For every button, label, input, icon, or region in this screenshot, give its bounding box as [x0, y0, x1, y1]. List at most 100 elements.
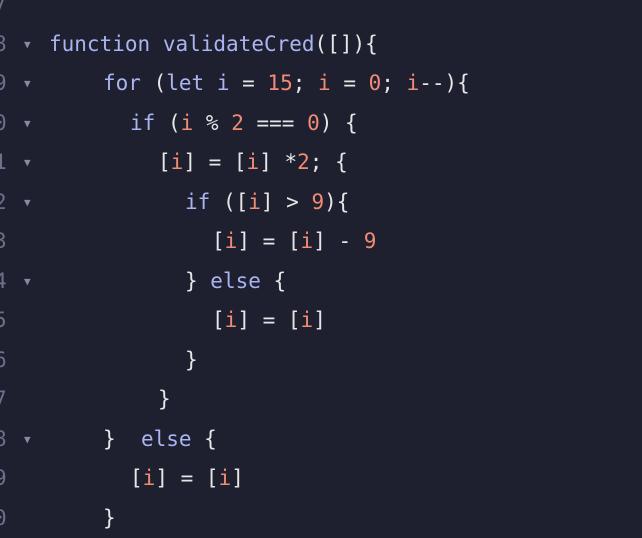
- code-token: ] = [: [237, 308, 300, 332]
- code-text[interactable]: }: [185, 341, 198, 381]
- code-token: for: [103, 71, 141, 95]
- code-line[interactable]: 5[i] = [i]: [0, 301, 642, 341]
- code-line[interactable]: 6}: [0, 341, 642, 381]
- code-text[interactable]: for (let i = 15; i = 0; i--){: [103, 64, 470, 104]
- code-token: i: [219, 466, 232, 490]
- code-token: ] = [: [155, 466, 218, 490]
- code-token: [150, 32, 163, 56]
- code-token: ] = [: [183, 150, 246, 174]
- fold-arrow-icon[interactable]: ▼: [24, 143, 31, 183]
- line-number: 4: [0, 262, 14, 302]
- code-line[interactable]: 1▼[i] = [i] *2; {: [0, 143, 642, 183]
- code-token: ===: [244, 111, 307, 135]
- code-token: {: [192, 427, 217, 451]
- code-token: validateCred: [163, 32, 315, 56]
- code-token: i: [407, 71, 420, 95]
- code-token: [: [158, 150, 171, 174]
- code-token: }: [185, 269, 210, 293]
- code-token: if: [130, 111, 155, 135]
- code-line[interactable]: 8▼ } else {: [0, 420, 642, 460]
- code-token: [: [212, 229, 225, 253]
- code-token: i: [301, 308, 314, 332]
- code-text[interactable]: [i] = [i]: [212, 301, 326, 341]
- code-line[interactable]: 2▼if ([i] > 9){: [0, 183, 642, 223]
- code-text[interactable]: if ([i] > 9){: [185, 183, 349, 223]
- line-number: 7: [0, 380, 14, 420]
- code-text[interactable]: } else {: [103, 420, 217, 460]
- line-number: 8: [0, 420, 14, 460]
- line-number: 1: [0, 143, 14, 183]
- code-token: [: [130, 466, 143, 490]
- fold-arrow-icon[interactable]: ▼: [24, 262, 31, 302]
- code-text[interactable]: } else {: [185, 262, 286, 302]
- code-token: --){: [419, 71, 470, 95]
- code-text[interactable]: function validateCred([]){: [49, 25, 378, 65]
- code-token: ]: [313, 308, 326, 332]
- code-token: 2: [297, 150, 310, 174]
- line-number: 7: [0, 0, 14, 25]
- code-token: ; {: [310, 150, 348, 174]
- code-line[interactable]: 3 [i] = [i] - 9: [0, 222, 642, 262]
- code-token: ;: [381, 71, 406, 95]
- code-token: i: [217, 71, 230, 95]
- code-text[interactable]: [i] = [i] *2; {: [158, 143, 348, 183]
- code-text[interactable]: }: [158, 380, 171, 420]
- code-token: =: [229, 71, 267, 95]
- code-token: }: [185, 348, 198, 372]
- code-token: =: [331, 71, 369, 95]
- code-token: ([]){: [315, 32, 378, 56]
- code-token: i: [143, 466, 156, 490]
- code-token: 0: [369, 71, 382, 95]
- code-line[interactable]: 8▼function validateCred([]){: [0, 25, 642, 65]
- code-token: i: [301, 229, 314, 253]
- code-token: ] = [: [237, 229, 300, 253]
- code-token: (: [141, 71, 166, 95]
- code-token: (: [155, 111, 180, 135]
- code-token: i: [225, 229, 238, 253]
- fold-arrow-icon[interactable]: ▼: [24, 64, 31, 104]
- code-line[interactable]: 0}: [0, 499, 642, 538]
- code-token: 9: [311, 190, 324, 214]
- code-token: 15: [267, 71, 292, 95]
- code-token: else: [210, 269, 261, 293]
- code-token: %: [193, 111, 231, 135]
- fold-arrow-icon[interactable]: ▼: [24, 104, 31, 144]
- code-line[interactable]: 4▼ } else {: [0, 262, 642, 302]
- code-token: i: [171, 150, 184, 174]
- code-text[interactable]: }: [103, 499, 116, 538]
- code-token: ] >: [261, 190, 312, 214]
- code-token: ] *: [259, 150, 297, 174]
- code-text[interactable]: [i] = [i]: [130, 459, 244, 499]
- code-line[interactable]: 9▼for (let i = 15; i = 0; i--){: [0, 64, 642, 104]
- code-token: 0: [307, 111, 320, 135]
- code-token: 9: [364, 229, 377, 253]
- code-token: ;: [293, 71, 318, 95]
- line-number: 0: [0, 499, 14, 538]
- line-number: 0: [0, 104, 14, 144]
- code-token: i: [248, 190, 261, 214]
- code-line[interactable]: 9[i] = [i]: [0, 459, 642, 499]
- code-line[interactable]: 7: [0, 0, 642, 25]
- fold-arrow-icon[interactable]: ▼: [24, 25, 31, 65]
- line-number: 3: [0, 222, 14, 262]
- code-token: }: [158, 387, 171, 411]
- fold-arrow-icon[interactable]: ▼: [24, 420, 31, 460]
- code-text[interactable]: [i] = [i] - 9: [212, 222, 376, 262]
- code-token: 2: [231, 111, 244, 135]
- code-token: [: [212, 308, 225, 332]
- code-token: if: [185, 190, 210, 214]
- code-token: ]: [231, 466, 244, 490]
- line-number: 5: [0, 301, 14, 341]
- code-line[interactable]: 7}: [0, 380, 642, 420]
- fold-arrow-icon[interactable]: ▼: [24, 183, 31, 223]
- code-token: }: [103, 506, 116, 530]
- code-token: i: [181, 111, 194, 135]
- code-token: i: [225, 308, 238, 332]
- code-token: ){: [324, 190, 349, 214]
- code-editor[interactable]: 78▼function validateCred([]){9▼for (let …: [0, 0, 642, 538]
- code-token: i: [318, 71, 331, 95]
- code-text[interactable]: if (i % 2 === 0) {: [130, 104, 358, 144]
- line-number: 9: [0, 459, 14, 499]
- code-line[interactable]: 0▼if (i % 2 === 0) {: [0, 104, 642, 144]
- code-token: let: [166, 71, 204, 95]
